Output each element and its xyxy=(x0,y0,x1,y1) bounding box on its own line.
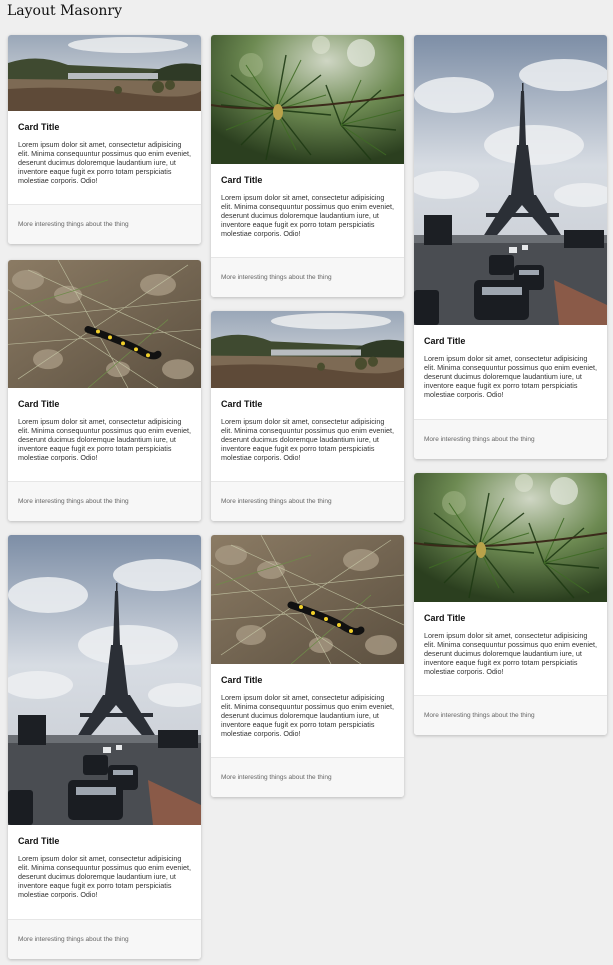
card-text: Lorem ipsum dolor sit amet, consectetur … xyxy=(424,631,597,676)
card: Card Title Lorem ipsum dolor sit amet, co… xyxy=(8,35,201,244)
card-title: Card Title xyxy=(424,613,466,623)
card-text: Lorem ipsum dolor sit amet, consectetur … xyxy=(424,354,597,399)
card-text: Lorem ipsum dolor sit amet, consectetur … xyxy=(18,417,191,462)
card-image-pine xyxy=(211,35,404,164)
card-image-pine xyxy=(414,473,607,602)
card-footer: More interesting things about the thing xyxy=(8,204,201,244)
card: Card Title Lorem ipsum dolor sit amet, co… xyxy=(211,311,404,521)
card-footer: More interesting things about the thing xyxy=(414,419,607,459)
card-title: Card Title xyxy=(221,175,263,185)
card-footer: More interesting things about the thing xyxy=(8,919,201,959)
card-text: Lorem ipsum dolor sit amet, consectetur … xyxy=(221,417,394,462)
card-title: Card Title xyxy=(18,122,60,132)
card-image-salamander xyxy=(8,260,201,388)
card-title: Card Title xyxy=(221,675,263,685)
card: Card Title Lorem ipsum dolor sit amet, co… xyxy=(414,473,607,735)
card: Card Title Lorem ipsum dolor sit amet, co… xyxy=(211,35,404,297)
page-title: Layout Masonry xyxy=(7,3,122,19)
card-footer: More interesting things about the thing xyxy=(211,481,404,521)
card-image-eiffel xyxy=(8,535,201,825)
card-footer: More interesting things about the thing xyxy=(8,481,201,521)
card: Card Title Lorem ipsum dolor sit amet, co… xyxy=(414,35,607,459)
card: Card Title Lorem ipsum dolor sit amet, co… xyxy=(211,535,404,797)
card-title: Card Title xyxy=(18,399,60,409)
card-image-salamander xyxy=(211,535,404,664)
card-title: Card Title xyxy=(424,336,466,346)
card-text: Lorem ipsum dolor sit amet, consectetur … xyxy=(18,854,191,899)
card-image-landscape xyxy=(8,35,201,111)
card: Card Title Lorem ipsum dolor sit amet, co… xyxy=(8,535,201,959)
card-footer: More interesting things about the thing xyxy=(211,257,404,297)
card-text: Lorem ipsum dolor sit amet, consectetur … xyxy=(18,140,191,185)
card-image-landscape xyxy=(211,311,404,388)
card-footer: More interesting things about the thing xyxy=(211,757,404,797)
card-title: Card Title xyxy=(221,399,263,409)
card-text: Lorem ipsum dolor sit amet, consectetur … xyxy=(221,193,394,238)
card-footer: More interesting things about the thing xyxy=(414,695,607,735)
card-title: Card Title xyxy=(18,836,60,846)
card-text: Lorem ipsum dolor sit amet, consectetur … xyxy=(221,693,394,738)
card-image-eiffel xyxy=(414,35,607,325)
card: Card Title Lorem ipsum dolor sit amet, co… xyxy=(8,260,201,521)
